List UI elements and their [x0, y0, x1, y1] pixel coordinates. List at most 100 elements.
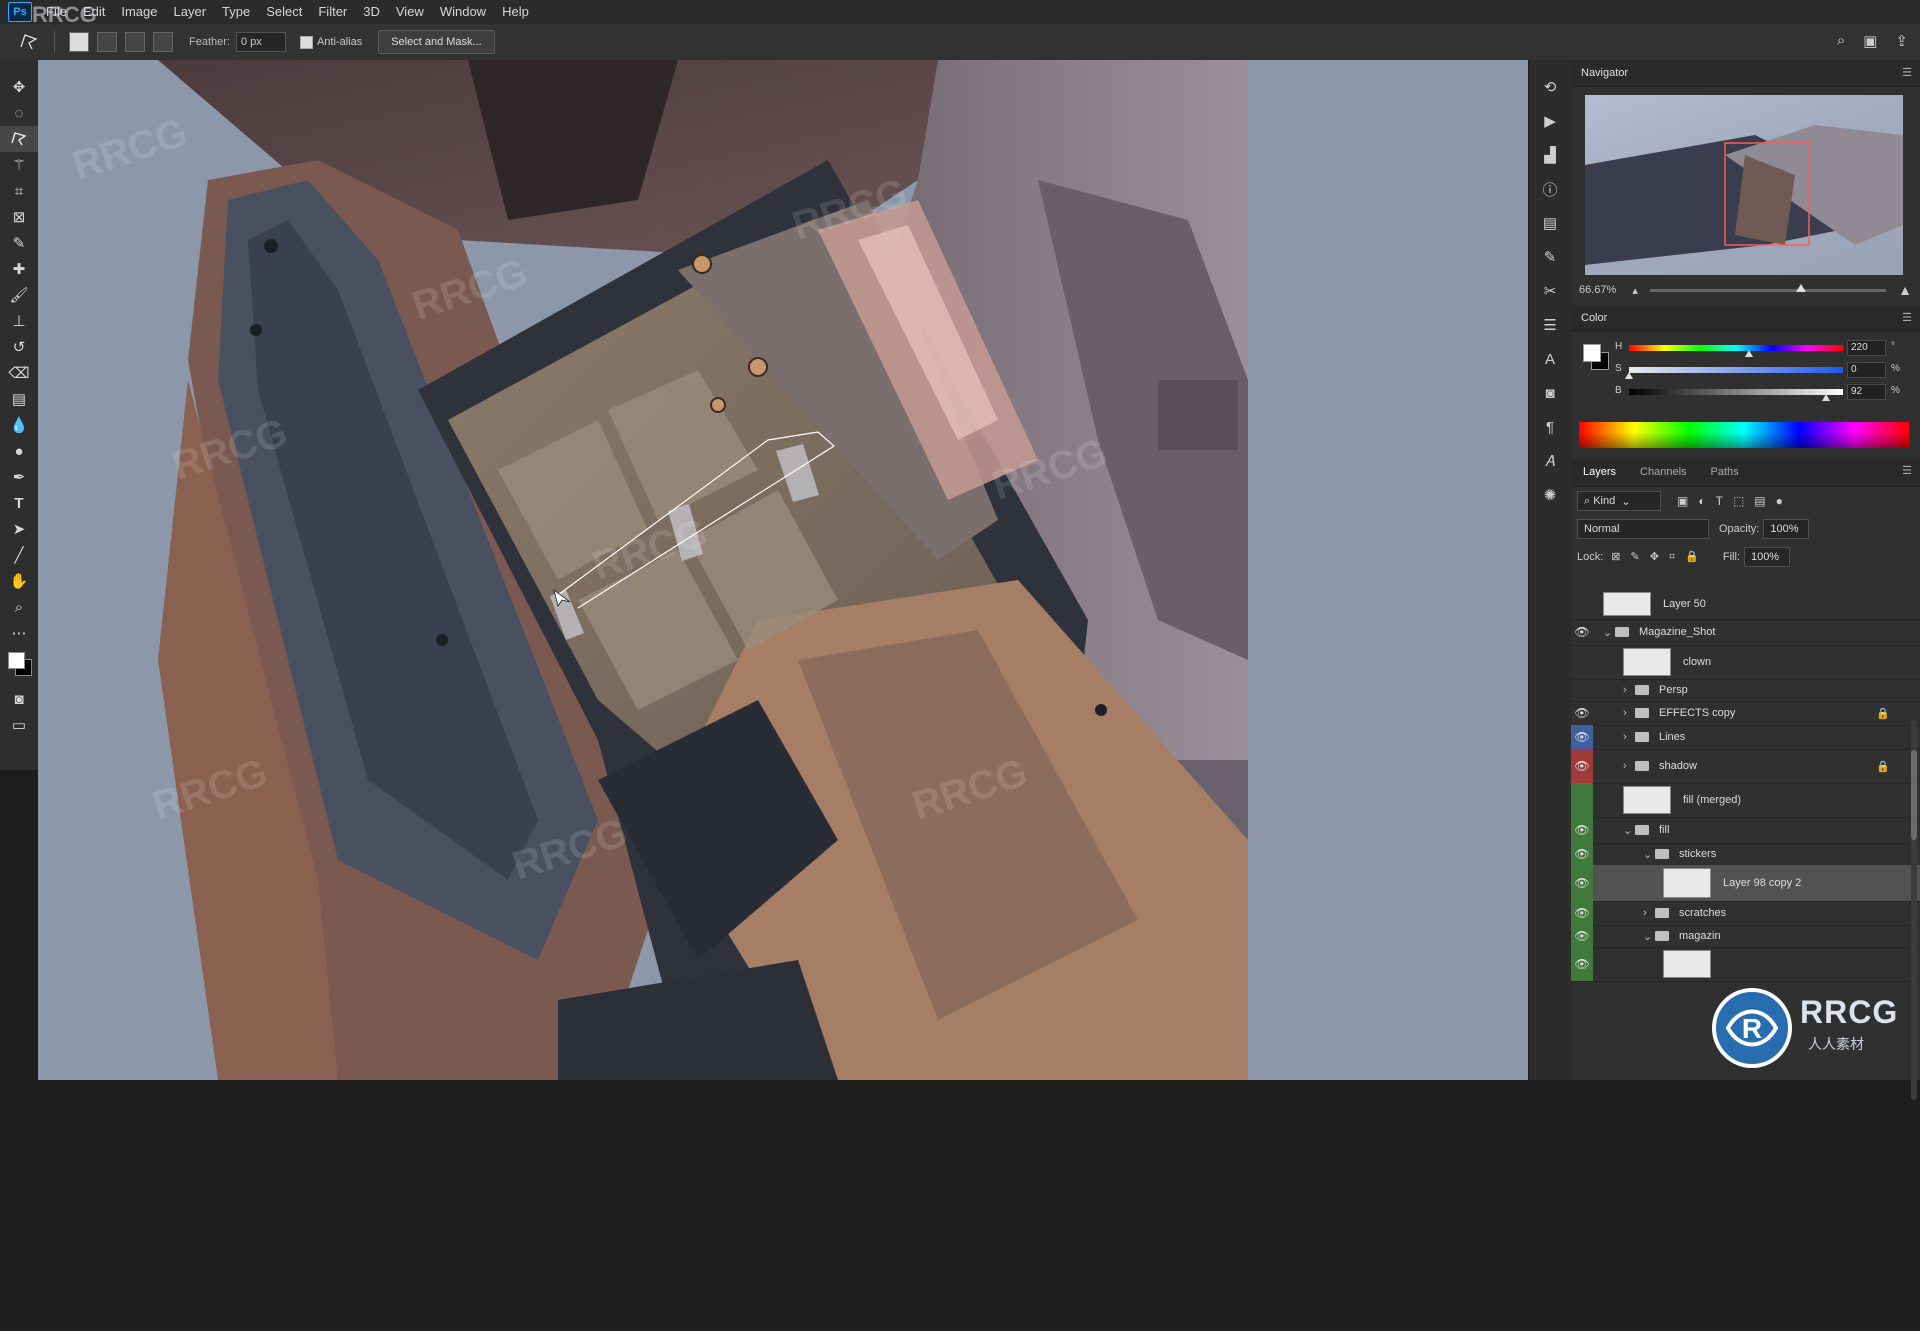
path-selection-tool-icon[interactable]: ➤: [0, 516, 38, 542]
marquee-tool-icon[interactable]: ◌: [0, 100, 38, 126]
navigator-zoom-knob[interactable]: [1796, 283, 1807, 292]
share-icon[interactable]: ⇪: [1895, 32, 1908, 50]
character-icon[interactable]: A: [1529, 342, 1571, 376]
layer-row[interactable]: 👁: [1571, 947, 1920, 982]
layer-kind-dropdown[interactable]: ⌕ Kind ⌄: [1577, 491, 1661, 511]
eraser-tool-icon[interactable]: ⌫: [0, 360, 38, 386]
search-icon[interactable]: ⌕: [1837, 32, 1845, 50]
brightness-knob[interactable]: [1821, 394, 1830, 401]
paragraph-icon[interactable]: ¶: [1529, 410, 1571, 444]
eye-icon[interactable]: 👁: [1571, 901, 1593, 925]
chevron-down-icon[interactable]: ⌄: [1623, 824, 1635, 837]
color-swatches[interactable]: [0, 646, 38, 686]
adjustments-icon[interactable]: ☰: [1529, 308, 1571, 342]
panel-menu-icon[interactable]: ☰: [1902, 311, 1912, 324]
layer-group-row[interactable]: 👁 › scratches: [1571, 901, 1920, 926]
chevron-down-icon[interactable]: ⌄: [1643, 930, 1655, 943]
subtract-selection-mode-button[interactable]: [125, 32, 145, 52]
screen-mode-icon[interactable]: ▭: [0, 712, 38, 738]
saturation-slider[interactable]: [1629, 367, 1843, 373]
menu-image[interactable]: Image: [113, 0, 165, 24]
chevron-down-icon[interactable]: ⌄: [1603, 626, 1615, 639]
menu-select[interactable]: Select: [258, 0, 310, 24]
layer-row[interactable]: fill (merged): [1571, 783, 1920, 818]
type-filter-icon[interactable]: T: [1716, 494, 1723, 508]
brightness-slider[interactable]: [1629, 389, 1843, 395]
saturation-knob[interactable]: [1625, 372, 1633, 379]
healing-brush-tool-icon[interactable]: ✚: [0, 256, 38, 282]
photoshop-logo-icon[interactable]: Ps: [8, 2, 32, 22]
zoom-in-icon[interactable]: ▲: [1898, 282, 1912, 298]
layer-group-row[interactable]: 👁 › shadow 🔒: [1571, 749, 1920, 784]
histogram-icon[interactable]: ▟: [1529, 138, 1571, 172]
eye-icon[interactable]: 👁: [1571, 749, 1593, 783]
shape-filter-icon[interactable]: ⬚: [1733, 494, 1744, 508]
eye-icon[interactable]: 👁: [1571, 725, 1593, 749]
glyphs-icon[interactable]: ◙: [1529, 376, 1571, 410]
properties-icon[interactable]: ▤: [1529, 206, 1571, 240]
hue-knob[interactable]: [1744, 350, 1753, 357]
menu-layer[interactable]: Layer: [166, 0, 215, 24]
zoom-out-icon[interactable]: ▴: [1632, 284, 1638, 297]
eye-icon[interactable]: 👁: [1571, 701, 1593, 725]
zoom-tool-icon[interactable]: ⌕: [0, 594, 38, 620]
eye-hidden-icon[interactable]: [1571, 783, 1593, 817]
eye-icon[interactable]: 👁: [1571, 817, 1593, 843]
blend-mode-dropdown[interactable]: Normal: [1577, 519, 1709, 539]
pixel-filter-icon[interactable]: ▣: [1677, 494, 1688, 508]
foreground-color-swatch[interactable]: [8, 652, 25, 669]
layer-group-row[interactable]: 👁 › Lines: [1571, 725, 1920, 750]
hue-slider[interactable]: [1629, 345, 1843, 351]
eye-icon[interactable]: 👁: [1571, 925, 1593, 947]
clone-source-icon[interactable]: ✂: [1529, 274, 1571, 308]
eye-hidden-icon[interactable]: [1571, 679, 1593, 701]
navigator-zoom-value[interactable]: 66.67%: [1579, 284, 1616, 296]
eye-icon[interactable]: 👁: [1571, 843, 1593, 865]
eye-hidden-icon[interactable]: [1571, 645, 1593, 679]
history-brush-tool-icon[interactable]: ↺: [0, 334, 38, 360]
layer-group-row[interactable]: › Persp: [1571, 679, 1920, 702]
line-tool-icon[interactable]: ╱: [0, 542, 38, 568]
adjustment-filter-icon[interactable]: ◐: [1698, 494, 1705, 508]
hand-tool-icon[interactable]: ✋: [0, 568, 38, 594]
layer-row[interactable]: Layer 50: [1571, 589, 1920, 620]
brush-settings-icon[interactable]: ✺: [1529, 478, 1571, 512]
navigator-thumbnail[interactable]: [1585, 95, 1903, 275]
actions-play-icon[interactable]: ▶: [1529, 104, 1571, 138]
menu-help[interactable]: Help: [494, 0, 537, 24]
clone-stamp-tool-icon[interactable]: ⊥: [0, 308, 38, 334]
eye-icon[interactable]: 👁: [1571, 865, 1593, 901]
eye-icon[interactable]: 👁: [1571, 619, 1593, 645]
layer-group-row[interactable]: 👁 ⌄ stickers: [1571, 843, 1920, 866]
add-selection-mode-button[interactable]: [97, 32, 117, 52]
eye-icon[interactable]: 👁: [1571, 947, 1593, 981]
chevron-right-icon[interactable]: ›: [1623, 731, 1635, 743]
select-and-mask-button[interactable]: Select and Mask...: [378, 30, 495, 54]
tab-paths[interactable]: Paths: [1699, 458, 1751, 486]
layer-row[interactable]: 👁 Layer 98 copy 2: [1571, 865, 1920, 902]
more-tools-icon[interactable]: ⋯: [0, 620, 38, 646]
workspace-icon[interactable]: ▣: [1863, 32, 1877, 50]
layer-group-row[interactable]: 👁 ⌄ magazin: [1571, 925, 1920, 948]
chevron-right-icon[interactable]: ›: [1623, 684, 1635, 696]
filter-toggle-icon[interactable]: ●: [1776, 494, 1783, 508]
dodge-tool-icon[interactable]: ●: [0, 438, 38, 464]
hue-input[interactable]: 220: [1847, 340, 1886, 356]
layer-group-row[interactable]: 👁 › EFFECTS copy 🔒: [1571, 701, 1920, 726]
chevron-down-icon[interactable]: ⌄: [1643, 848, 1655, 861]
menu-3d[interactable]: 3D: [355, 0, 388, 24]
layers-scroll-thumb[interactable]: [1911, 750, 1917, 840]
panel-menu-icon[interactable]: ☰: [1902, 66, 1912, 79]
chevron-right-icon[interactable]: ›: [1643, 907, 1655, 919]
menu-filter[interactable]: Filter: [310, 0, 355, 24]
type-tool-icon[interactable]: T: [0, 490, 38, 516]
chevron-right-icon[interactable]: ›: [1623, 707, 1635, 719]
new-selection-mode-button[interactable]: [69, 32, 89, 52]
menu-view[interactable]: View: [388, 0, 432, 24]
panel-menu-icon[interactable]: ☰: [1902, 464, 1912, 477]
move-tool-icon[interactable]: ✥: [0, 74, 38, 100]
intersect-selection-mode-button[interactable]: [153, 32, 173, 52]
menu-window[interactable]: Window: [432, 0, 494, 24]
character-styles-icon[interactable]: 𝐴: [1529, 444, 1571, 478]
navigator-zoom-slider[interactable]: [1649, 283, 1887, 292]
